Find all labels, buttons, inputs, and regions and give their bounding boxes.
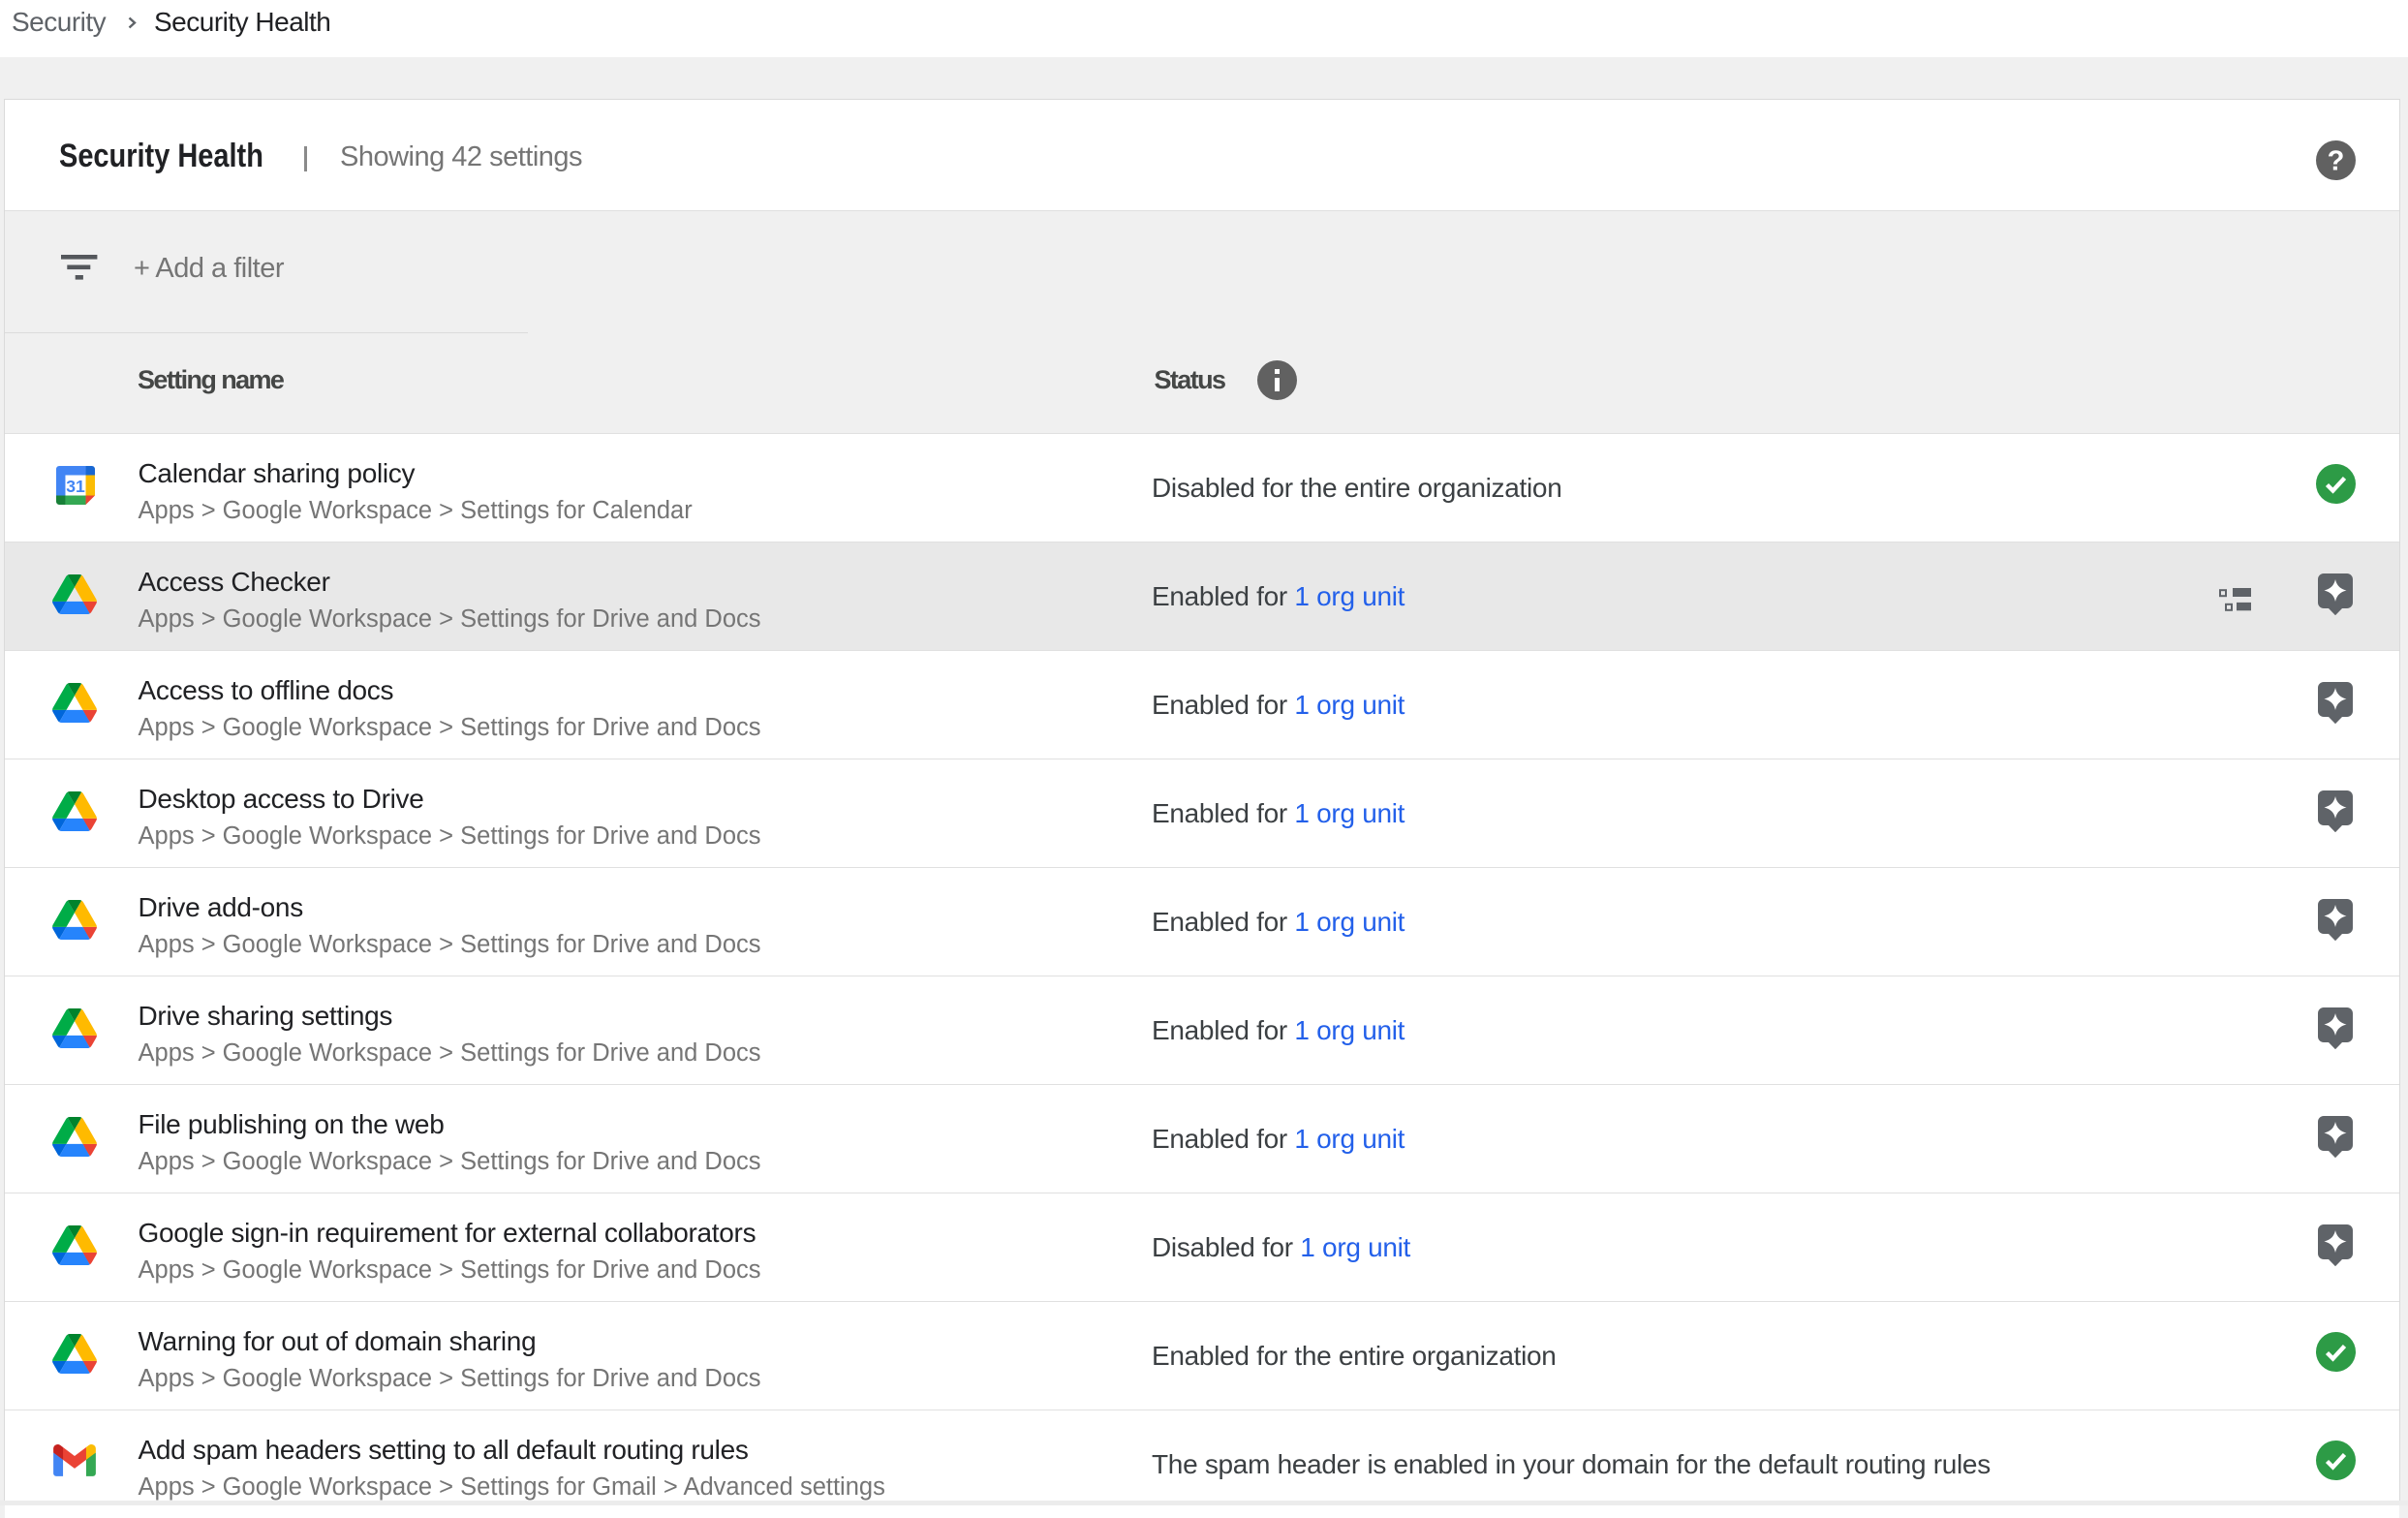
svg-text:31: 31	[66, 477, 85, 496]
svg-text:?: ?	[2328, 146, 2345, 177]
